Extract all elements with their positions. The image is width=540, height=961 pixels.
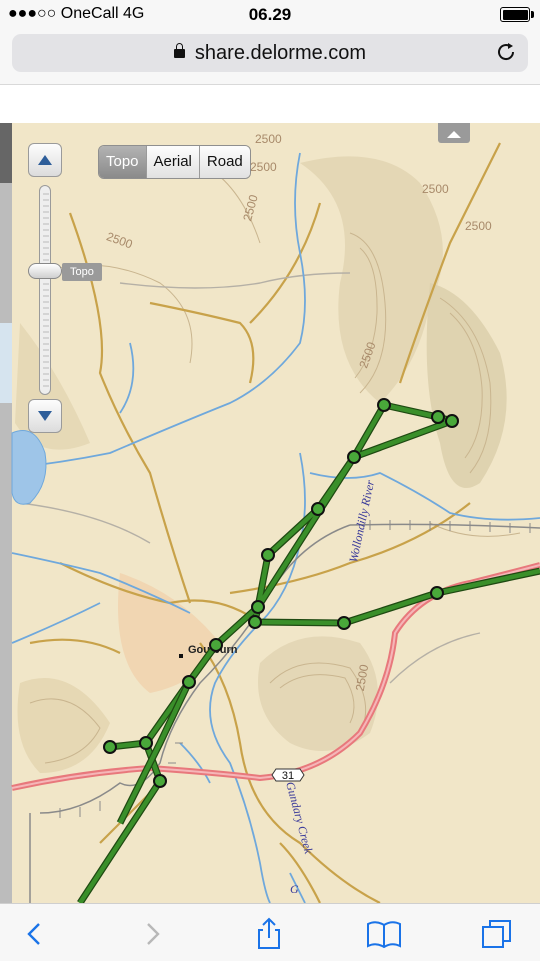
battery-icon [500,7,534,22]
track-waypoint [445,414,459,428]
map-type-topo-button[interactable]: Topo [99,146,147,178]
chevron-up-icon [447,131,461,138]
contour-label: 2500 [422,182,449,196]
zoom-control: Topo [28,143,102,433]
contour-label: 2500 [250,160,277,174]
zoom-tooltip: Topo [62,263,102,281]
back-icon[interactable] [14,914,54,954]
zoom-slider-handle[interactable] [28,263,62,279]
highway-shield-31: 31 [271,768,305,782]
track-waypoint [139,736,153,750]
clock: 06.29 [248,5,292,24]
share-icon[interactable] [249,914,289,954]
track-waypoint [431,410,445,424]
tabs-icon[interactable] [477,914,517,954]
map-type-road-button[interactable]: Road [199,146,250,178]
contour-label: 2500 [240,193,261,223]
bookmarks-icon[interactable] [364,914,404,954]
map-type-aerial-button[interactable]: Aerial [146,146,200,178]
url-field[interactable]: share.delorme.com [12,34,528,72]
map-type-selector: Topo Aerial Road [98,145,251,179]
track-waypoint [377,398,391,412]
track-waypoint [248,615,262,629]
contour-label: 2500 [465,219,492,233]
contour-label: 2500 [105,229,135,251]
track-waypoint [261,548,275,562]
creek-label: Gundary Creek [283,780,316,856]
track-waypoint [251,600,265,614]
forward-icon[interactable] [133,914,173,954]
lock-icon [173,43,185,58]
track-segment [117,681,192,825]
url-text: share.delorme.com [194,42,367,64]
browser-toolbar [0,903,540,961]
panel-collapse-button[interactable] [438,123,470,143]
map-view[interactable]: 31 2500 2500 2500 2500 2500 2500 2500 25… [0,123,540,903]
river-label: Wollondilly River [346,479,377,564]
triangle-down-icon [38,411,52,421]
track-waypoint [182,675,196,689]
track-waypoint [311,502,325,516]
svg-text:G: G [290,882,299,896]
track-waypoint [347,450,361,464]
zoom-slider-track[interactable] [39,185,51,395]
status-bar: ●●●○○ OneCall 4G 06.29 [0,0,540,28]
zoom-out-button[interactable] [28,399,62,433]
page-header-space [0,85,540,123]
track-waypoint [209,638,223,652]
browser-address-bar: share.delorme.com [0,28,540,85]
contour-label: 2500 [255,132,282,146]
topo-map: 31 2500 2500 2500 2500 2500 2500 2500 25… [0,123,540,903]
track-waypoint [430,586,444,600]
highway-number: 31 [282,770,294,782]
track-waypoint [153,774,167,788]
track-waypoint [103,740,117,754]
zoom-in-button[interactable] [28,143,62,177]
reload-icon[interactable] [494,40,518,64]
triangle-up-icon [38,155,52,165]
track-waypoint [337,616,351,630]
